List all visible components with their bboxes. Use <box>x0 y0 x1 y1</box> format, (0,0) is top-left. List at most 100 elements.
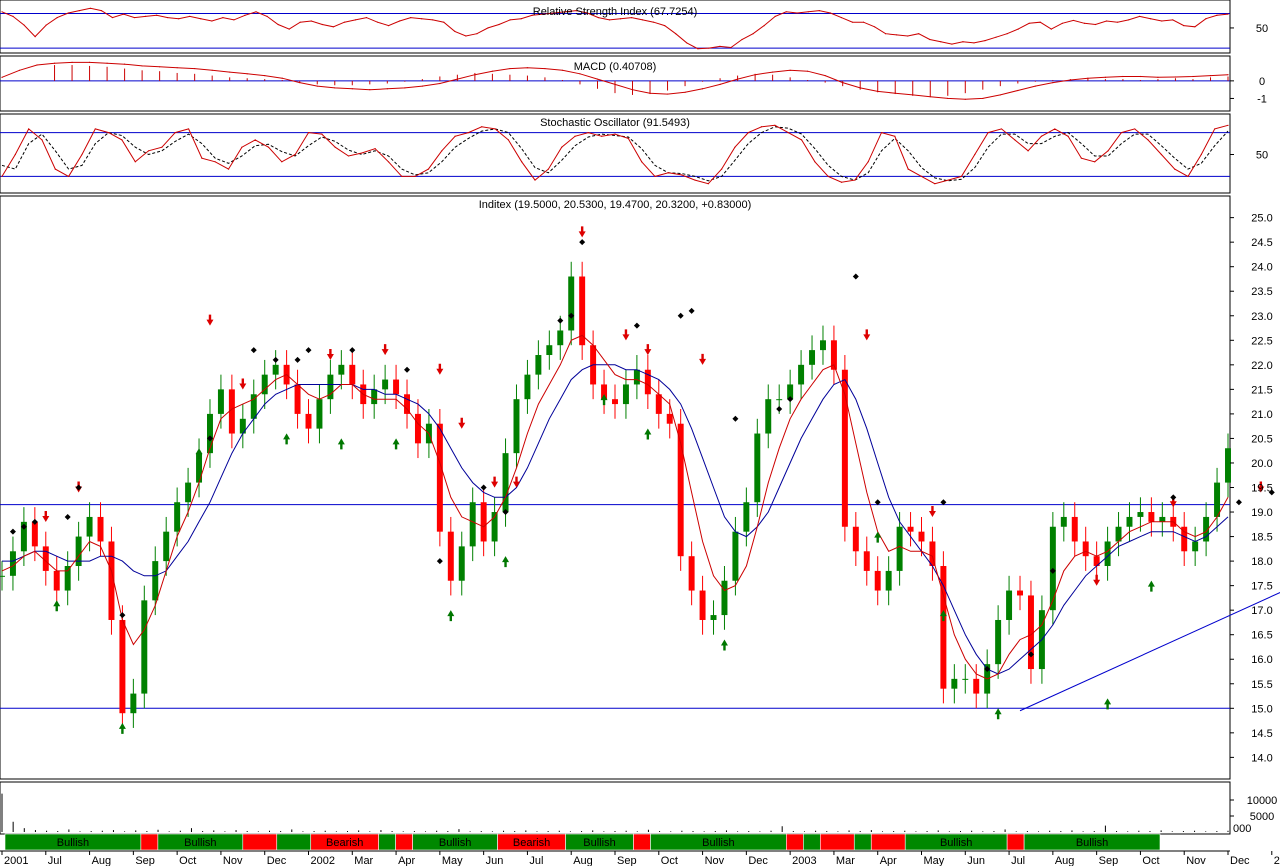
data-point <box>294 153 296 156</box>
data-point <box>369 89 371 91</box>
data-point <box>1034 85 1036 87</box>
candle-body <box>710 615 717 620</box>
y-tick-label: 50 <box>1256 23 1268 35</box>
x-tick-label: Apr <box>398 855 415 866</box>
data-point <box>896 34 898 36</box>
data-point <box>787 132 789 134</box>
data-point <box>443 21 445 23</box>
candle-body <box>622 384 629 405</box>
candle-body <box>666 413 673 424</box>
data-point <box>964 98 966 100</box>
candle-body <box>754 433 761 503</box>
trend-band-label: Bullish <box>57 837 89 849</box>
data-point <box>159 66 161 68</box>
data-point <box>1014 139 1016 141</box>
data-point <box>1067 135 1069 137</box>
data-point <box>894 135 896 137</box>
data-point <box>227 168 230 170</box>
data-point <box>498 23 500 26</box>
candle-body <box>524 374 531 400</box>
data-point <box>36 64 38 66</box>
data-point <box>1200 153 1202 156</box>
candle-body <box>1192 541 1199 552</box>
candle-body <box>414 413 421 444</box>
price-frame <box>0 195 1231 780</box>
x-tick-label: Aug <box>1055 855 1075 866</box>
candle-body <box>973 678 980 694</box>
data-point <box>694 179 696 181</box>
candle-body <box>688 556 695 591</box>
candle-body <box>1225 448 1231 483</box>
data-point <box>824 74 826 77</box>
candle-body <box>896 526 903 571</box>
y-tick-label: 50 <box>1256 150 1268 162</box>
x-tick-label: Oct <box>179 855 196 866</box>
candle-body <box>951 678 958 689</box>
price-y-ticks: 14.0 14.5 15.0 15.5 16.0 16.5 17.0 17.5 18.0 18.5… <box>1230 213 1273 764</box>
y-tick-label: 22.5 <box>1251 335 1272 347</box>
data-point <box>641 161 643 163</box>
data-point <box>507 139 509 141</box>
x-tick-label: Jun <box>486 855 504 866</box>
data-point <box>785 11 787 13</box>
data-point <box>929 96 931 98</box>
candle-body <box>502 453 509 513</box>
data-point <box>421 18 423 20</box>
data-point <box>334 146 336 148</box>
data-point <box>1054 128 1056 130</box>
data-point <box>351 88 353 90</box>
data-point <box>918 33 920 35</box>
x-tick-label: Jun <box>967 855 985 866</box>
trend-band-segment <box>242 833 278 851</box>
data-point <box>1017 28 1019 30</box>
data-point <box>862 21 865 23</box>
candle-body <box>1017 590 1024 596</box>
data-point <box>108 132 110 134</box>
data-point <box>100 10 103 12</box>
candle-body <box>809 350 816 365</box>
x-tick-label: Sep <box>1099 855 1119 866</box>
y-tick-label: 14.5 <box>1251 728 1272 740</box>
data-point <box>614 83 616 85</box>
data-point <box>1205 18 1207 20</box>
data-point <box>1050 28 1052 30</box>
data-point <box>873 26 876 28</box>
data-point <box>14 153 16 156</box>
data-point <box>579 73 581 75</box>
x-tick-label: Nov <box>1186 855 1206 866</box>
y-tick-label: 23.5 <box>1251 286 1272 298</box>
data-point <box>421 85 423 87</box>
trend-band-segment <box>276 833 312 851</box>
data-point <box>1087 77 1089 79</box>
data-point <box>211 69 213 71</box>
data-point <box>374 148 376 150</box>
macd-y-ticks: 0-1 <box>1230 76 1267 105</box>
candle-body <box>995 619 1002 665</box>
data-point <box>410 16 412 19</box>
data-point <box>156 14 158 16</box>
data-point <box>281 161 283 163</box>
data-point <box>161 146 163 148</box>
data-point <box>1061 22 1063 24</box>
data-point <box>401 175 403 177</box>
data-point <box>596 78 599 80</box>
data-point <box>189 15 191 18</box>
candle-body <box>568 276 575 331</box>
data-point <box>754 74 756 76</box>
data-point <box>1040 135 1043 137</box>
data-point <box>681 174 683 176</box>
candle-body <box>633 369 640 385</box>
data-point <box>281 77 283 79</box>
data-point <box>427 168 430 170</box>
data-point <box>307 132 310 134</box>
data-point <box>176 67 178 69</box>
data-point <box>1134 128 1136 130</box>
candle-body <box>1159 516 1166 522</box>
data-point <box>1194 26 1196 28</box>
data-point <box>494 128 496 130</box>
data-point <box>667 172 669 174</box>
data-point <box>544 67 546 70</box>
data-point <box>1107 150 1109 152</box>
candle-body <box>217 389 224 414</box>
data-point <box>23 24 25 26</box>
